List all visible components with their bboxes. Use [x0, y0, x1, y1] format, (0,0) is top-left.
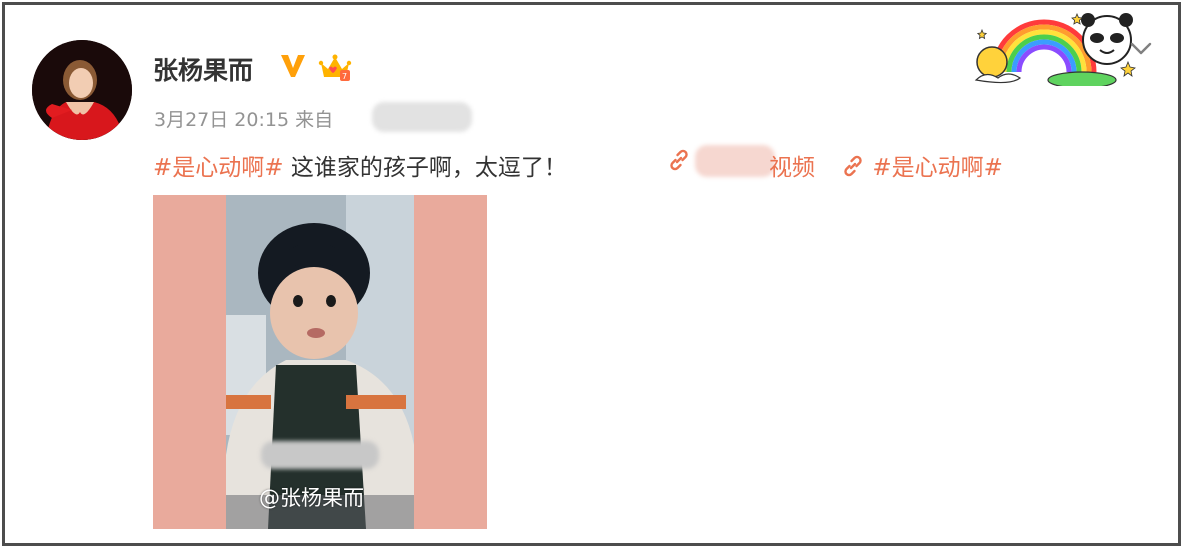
- chevron-down-icon[interactable]: [1129, 41, 1153, 57]
- video-caption-redacted-blur: [261, 441, 379, 469]
- post-timestamp[interactable]: 3月27日 20:15: [154, 109, 289, 131]
- post-source-prefix: 来自: [295, 109, 334, 131]
- svg-text:7: 7: [342, 72, 347, 81]
- username[interactable]: 张杨果而: [153, 51, 253, 87]
- crown-member-icon[interactable]: 7: [318, 53, 352, 87]
- avatar-image: [32, 40, 132, 140]
- verified-v-icon: [279, 53, 307, 83]
- rainbow-panda-decoration: [974, 12, 1136, 86]
- avatar[interactable]: [32, 40, 132, 140]
- link-chain-icon: [844, 155, 862, 177]
- weibo-post-card: 张杨果而 7 3月27日 20:15 来自 #是心动啊# 这谁家的孩子啊，太逗了…: [2, 2, 1181, 546]
- video-thumbnail[interactable]: @张杨果而: [153, 195, 487, 529]
- video-link[interactable]: [667, 148, 691, 175]
- video-frame-image: [226, 195, 414, 529]
- link-chain-icon: [670, 149, 688, 171]
- topic-link-2[interactable]: #是心动啊#: [841, 148, 1003, 182]
- video-link-redacted-blur: [695, 145, 775, 177]
- source-redacted-blur: [372, 102, 472, 132]
- topic-link-2-label: #是心动啊#: [872, 155, 1003, 181]
- topic-tag-link[interactable]: #是心动啊#: [153, 155, 284, 181]
- post-text: #是心动啊# 这谁家的孩子啊，太逗了！: [153, 148, 567, 182]
- post-meta: 3月27日 20:15 来自: [154, 105, 333, 132]
- video-link-label[interactable]: 视频: [769, 148, 815, 182]
- video-watermark: @张杨果而: [259, 486, 364, 510]
- post-body-text: 这谁家的孩子啊，太逗了！: [283, 155, 567, 181]
